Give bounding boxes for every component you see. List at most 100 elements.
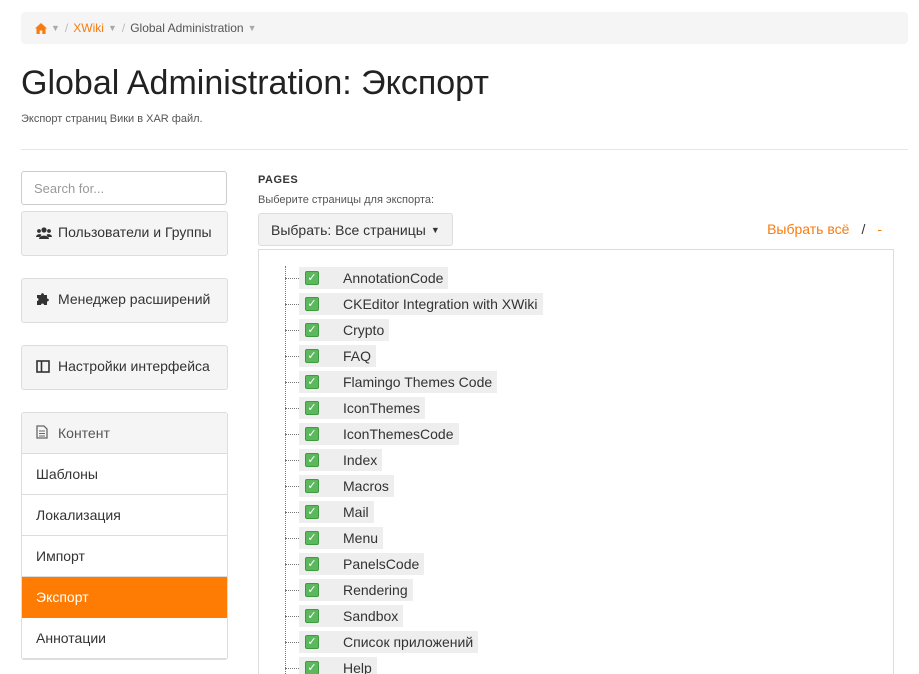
export-panel: PAGES Выберите страницы для экспорта: Вы… [258,171,908,674]
checkbox-checked-icon[interactable]: ✓ [305,583,319,597]
tree-node-label[interactable]: Help [343,660,372,674]
sidebar-item-annotations[interactable]: Аннотации [22,618,227,659]
checkbox-checked-icon[interactable]: ✓ [305,479,319,493]
tree-node[interactable]: ✓ Macros [299,475,394,497]
sidebar-item-export[interactable]: Экспорт [22,577,227,618]
tree-node[interactable]: ✓ Index [299,449,383,471]
tree-node-label[interactable]: IconThemesCode [343,426,454,442]
tree-connector [285,459,299,461]
tree-node[interactable]: ✓ Rendering [299,579,413,601]
tree-node[interactable]: ✓ Mail [299,501,374,523]
tree-node-row: ✓ PanelsCode [285,552,425,576]
tree-node-label[interactable]: PanelsCode [343,556,419,572]
checkbox-checked-icon[interactable]: ✓ [305,661,319,674]
tree-node[interactable]: ✓ Help [299,657,377,674]
tree-node-row: ✓ IconThemes [285,396,426,420]
checkbox-checked-icon[interactable]: ✓ [305,297,319,311]
checkbox-checked-icon[interactable]: ✓ [305,323,319,337]
sidebar-item-look-and-feel[interactable]: Настройки интерфейса [21,345,228,390]
chevron-down-icon[interactable]: ▼ [248,23,257,33]
checkbox-checked-icon[interactable]: ✓ [305,453,319,467]
checkbox-checked-icon[interactable]: ✓ [305,557,319,571]
tree-node-label[interactable]: Index [343,452,377,468]
tree-node[interactable]: ✓ CKEditor Integration with XWiki [299,293,543,315]
checkbox-checked-icon[interactable]: ✓ [305,427,319,441]
tree-node-row: ✓ Crypto [285,318,390,342]
tree-node[interactable]: ✓ Список приложений [299,631,479,653]
tree-connector [285,485,299,487]
sidebar-item-users-groups[interactable]: Пользователи и Группы [21,211,228,256]
sidebar-item-label: Настройки интерфейса [58,358,210,374]
breadcrumb-link-xwiki[interactable]: XWiki [73,21,104,35]
tree-connector [285,433,299,435]
tree-node[interactable]: ✓ Crypto [299,319,390,341]
layout-icon [36,358,52,379]
search-input[interactable] [21,171,227,205]
tree-node-row: ✓ Mail [285,500,374,524]
select-none-link[interactable]: - [877,221,882,237]
tree-node-label[interactable]: Flamingo Themes Code [343,374,492,390]
tree-node[interactable]: ✓ IconThemesCode [299,423,459,445]
tree-node-label[interactable]: Crypto [343,322,384,338]
tree-node-label[interactable]: CKEditor Integration with XWiki [343,296,538,312]
selection-links: Выбрать всё / - [767,221,882,237]
checkbox-checked-icon[interactable]: ✓ [305,375,319,389]
sidebar-item-import[interactable]: Импорт [22,536,227,577]
link-separator: / [861,221,866,237]
select-pages-label: Выбрать: Все страницы [271,221,426,238]
checkbox-checked-icon[interactable]: ✓ [305,531,319,545]
checkbox-checked-icon[interactable]: ✓ [305,609,319,623]
breadcrumb-separator: / [121,21,126,35]
tree-node-label[interactable]: Список приложений [343,634,473,650]
tree-connector [285,407,299,409]
tree-node[interactable]: ✓ Menu [299,527,384,549]
checkbox-checked-icon[interactable]: ✓ [305,401,319,415]
caret-down-icon: ▼ [430,224,440,235]
chevron-down-icon[interactable]: ▼ [51,23,60,33]
checkbox-checked-icon[interactable]: ✓ [305,271,319,285]
tree-node-row: ✓ FAQ [285,344,377,368]
puzzle-icon [36,291,52,312]
tree-node-row: ✓ IconThemesCode [285,422,459,446]
pages-tree: ✓ AnnotationCode ✓ CKEditor Integration wit… [258,249,894,674]
tree-node-label[interactable]: Macros [343,478,389,494]
sidebar-item-content[interactable]: Контент [22,413,227,454]
tree-node-row: ✓ Sandbox [285,604,404,628]
select-all-link[interactable]: Выбрать всё [767,221,849,237]
sidebar-item-templates[interactable]: Шаблоны [22,454,227,495]
tree-node[interactable]: ✓ PanelsCode [299,553,425,575]
sidebar-item-label: Контент [58,425,110,441]
sidebar-item-localization[interactable]: Локализация [22,495,227,536]
tree-node[interactable]: ✓ Sandbox [299,605,404,627]
home-icon[interactable] [35,22,47,34]
page-subtitle: Экспорт страниц Вики в XAR файл. [21,113,203,125]
tree-node-row: ✓ AnnotationCode [285,266,449,290]
tree-connector [285,381,299,383]
tree-node-row: ✓ CKEditor Integration with XWiki [285,292,543,316]
tree-node-label[interactable]: FAQ [343,348,371,364]
sidebar-group-content: Контент Шаблоны Локализация Импорт Экспо… [21,412,228,660]
tree-node-row: ✓ Flamingo Themes Code [285,370,498,394]
checkbox-checked-icon[interactable]: ✓ [305,505,319,519]
tree-node-label[interactable]: Sandbox [343,608,398,624]
tree-node-label[interactable]: Rendering [343,582,408,598]
tree-node-label[interactable]: Menu [343,530,378,546]
tree-node-label[interactable]: Mail [343,504,369,520]
users-icon [36,224,52,245]
tree-node[interactable]: ✓ Flamingo Themes Code [299,371,498,393]
select-pages-dropdown[interactable]: Выбрать: Все страницы ▼ [258,213,453,246]
tree-connector [285,615,299,617]
chevron-down-icon[interactable]: ▼ [108,23,117,33]
tree-connector [285,303,299,305]
tree-connector [285,667,299,669]
tree-node-label[interactable]: AnnotationCode [343,270,443,286]
tree-connector [285,537,299,539]
checkbox-checked-icon[interactable]: ✓ [305,349,319,363]
tree-node[interactable]: ✓ IconThemes [299,397,426,419]
tree-node[interactable]: ✓ AnnotationCode [299,267,449,289]
checkbox-checked-icon[interactable]: ✓ [305,635,319,649]
tree-node[interactable]: ✓ FAQ [299,345,377,367]
tree-node-row: ✓ Rendering [285,578,413,602]
sidebar-item-extension-manager[interactable]: Менеджер расширений [21,278,228,323]
tree-node-label[interactable]: IconThemes [343,400,420,416]
